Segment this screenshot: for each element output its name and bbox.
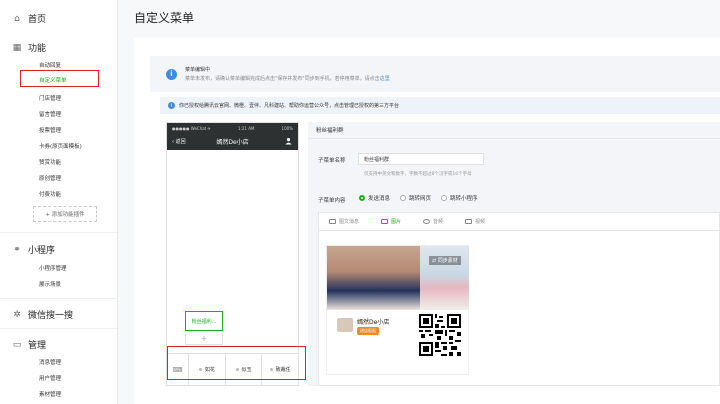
sidebar-item-users[interactable]: 用户管理 [39, 374, 61, 382]
home-icon: ⌂ [14, 13, 20, 24]
tab-video[interactable]: 视频 [465, 218, 485, 225]
name-label: 子菜单名称 [318, 158, 346, 164]
submenu-name-input[interactable]: 粉丝福利群 [358, 153, 484, 165]
nav-manage-label: 管理 [28, 341, 47, 351]
user-icon [285, 137, 292, 145]
tab-audio[interactable]: 音频 [423, 218, 443, 225]
notice-title: 菜单编辑中 [185, 67, 211, 73]
time: 1:21 AM [237, 125, 255, 131]
sidebar-item-scenes[interactable]: 展示场景 [39, 280, 61, 288]
highlight-box-custom-menu [20, 70, 99, 87]
battery: 100% [281, 125, 293, 131]
sidebar-item-votes[interactable]: 投票管理 [39, 126, 61, 134]
manage-icon: ▭ [12, 339, 22, 350]
editor-header: 粉丝福利群 [308, 122, 720, 139]
sidebar: ⌂ 首页 ▦ 功能 自动回复 自定义菜单 门店管理 留言管理 投票管理 卡券(原… [0, 0, 118, 404]
mini-program-icon: ⚭ [13, 244, 21, 255]
nav-functions[interactable]: ▦ 功能 [12, 41, 47, 55]
tab-article[interactable]: 图文消息 [329, 218, 359, 225]
sidebar-item-messages[interactable]: 消息管理 [39, 358, 61, 366]
search-star-icon: ✲ [13, 309, 21, 320]
nav-functions-label: 功能 [28, 44, 47, 54]
grid-icon: ▦ [12, 42, 22, 53]
content-type-radios: 发送消息 跳转网页 跳转小程序 [359, 194, 488, 202]
phone-nav-bar: ‹ 返回 嫣然De小店 [167, 133, 298, 150]
content-label: 子菜单内容 [318, 198, 346, 204]
qr-code-icon [419, 314, 461, 356]
radio-send-message[interactable]: 发送消息 [359, 194, 390, 202]
enter-shop-button: 进店逛逛 [357, 327, 379, 335]
sidebar-item-auto-reply[interactable]: 自动回复 [39, 61, 61, 69]
sidebar-item-cards[interactable]: 卡券(原页面模板) [39, 142, 82, 150]
sidebar-item-paid[interactable]: 付费功能 [39, 190, 61, 198]
divider [0, 298, 118, 299]
nav-home-label: 首页 [28, 15, 47, 25]
media-tabs: 图文消息 图片 音频 视频 [319, 213, 719, 231]
info-icon: i [168, 102, 175, 109]
sidebar-item-reward[interactable]: 赞赏功能 [39, 158, 61, 166]
radio-open-webpage[interactable]: 跳转网页 [400, 194, 431, 202]
carrier: ●●●●● WeChat ✈ [172, 125, 211, 131]
info-icon: i [166, 68, 177, 80]
nav-home[interactable]: ⌂ 首页 [12, 12, 47, 26]
product-photo [327, 246, 420, 310]
add-submenu-button[interactable]: + [185, 333, 223, 345]
tab-image[interactable]: 图片 [381, 218, 401, 225]
shop-avatar [337, 318, 353, 332]
sidebar-item-mini-manage[interactable]: 小程序管理 [39, 264, 67, 272]
add-plugin-button[interactable]: + 添加功能插件 [33, 206, 97, 222]
back-button: ‹ 返回 [172, 139, 186, 145]
nav-wechat-search-label: 微信搜一搜 [28, 311, 74, 321]
divider [0, 232, 118, 233]
sidebar-item-comments[interactable]: 留言管理 [39, 110, 61, 118]
nav-mini-program-label: 小程序 [28, 246, 56, 256]
nav-mini-program[interactable]: ⚭ 小程序 [12, 243, 56, 257]
nav-wechat-search[interactable]: ✲ 微信搜一搜 [12, 308, 74, 322]
sync-tag: ⇄ 同步素材 [429, 256, 461, 265]
highlight-box-menu-bar [167, 346, 306, 380]
edit-notice-banner: i 菜单编辑中 菜单未发布，请确认菜单编辑完成后点击"保存并发布"同步到手机。若… [150, 56, 720, 92]
selected-image[interactable]: ⇄ 同步素材 嫣然De小店 进店逛逛 [326, 245, 469, 375]
media-panel: 图文消息 图片 音频 视频 ⇄ 同步素材 嫣然De小店 进店逛逛 [318, 212, 720, 386]
shop-name: 嫣然De小店 [357, 319, 390, 326]
authorization-banner: i 你已授权给腾讯云官网、微橙、壹伴、凡科建站、帮助你运营公众号，点击管理已授权… [160, 97, 720, 114]
sidebar-item-materials[interactable]: 素材管理 [39, 390, 61, 398]
phone-status-bar: ●●●●● WeChat ✈ 1:21 AM 100% [167, 123, 298, 133]
notice-desc: 菜单未发布，请确认菜单编辑完成后点击"保存并发布"同步到手机。若停用菜单，请点击… [185, 76, 390, 82]
nav-manage[interactable]: ▭ 管理 [12, 338, 47, 352]
authorization-text[interactable]: 你已授权给腾讯云官网、微橙、壹伴、凡科建站、帮助你运营公众号，点击管理已授权的第… [179, 102, 399, 109]
radio-open-mini-program[interactable]: 跳转小程序 [441, 194, 478, 202]
phone-title: 嫣然De小店 [216, 139, 249, 146]
divider [0, 328, 118, 329]
menu-editor: 粉丝福利群 子菜单名称 粉丝福利群 仅支持中英文和数字，字数不超过8个汉字或16… [308, 122, 720, 386]
submenu-item[interactable]: 粉丝福利... [185, 311, 223, 331]
disable-menu-link[interactable]: 这里 [380, 76, 390, 82]
sidebar-item-store[interactable]: 门店管理 [39, 94, 61, 102]
page-title: 自定义菜单 [134, 11, 195, 25]
name-hint: 仅支持中英文和数字，字数不超过8个汉字或16个字母 [364, 172, 472, 177]
sidebar-item-original[interactable]: 原创管理 [39, 174, 61, 182]
